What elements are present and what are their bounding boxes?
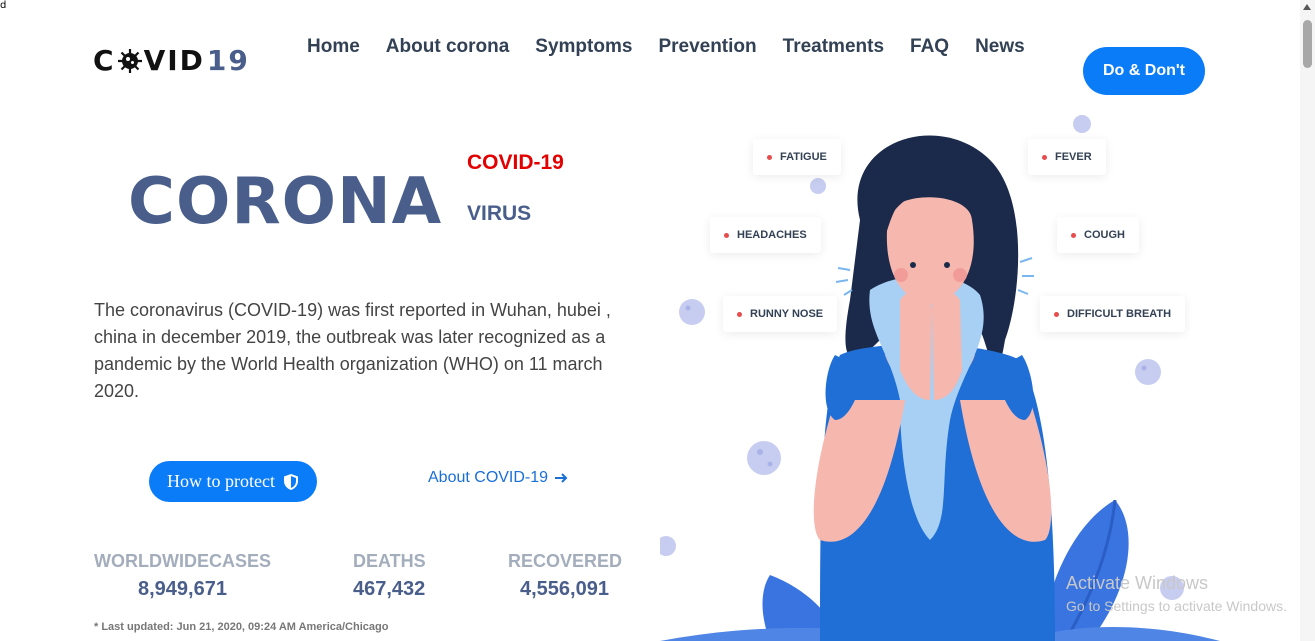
symptom-tag-fever: FEVER [1028,139,1106,175]
nav-home[interactable]: Home [307,36,360,58]
symptom-tag-cough: COUGH [1057,217,1139,253]
symptom-tag-headaches: HEADACHES [710,217,821,253]
how-to-protect-label: How to protect [167,471,275,491]
stat-label-recovered: RECOVERED [508,551,623,571]
stat-label-deaths: DEATHS [353,551,426,571]
site-logo[interactable]: C VID 19 [93,44,250,77]
about-covid-label: About COVID-19 [428,469,549,486]
nav-symptoms[interactable]: Symptoms [535,36,632,58]
symptom-tag-runny-nose: RUNNY NOSE [723,296,838,332]
hero-illustration: FATIGUE FEVER HEADACHES COUGH RUNNY NOSE… [660,100,1300,641]
how-to-protect-button[interactable]: How to protect [149,461,317,502]
shield-icon [283,473,298,490]
nav-news[interactable]: News [975,36,1025,58]
hero-title: CORONA [128,165,443,239]
nav-faq[interactable]: FAQ [910,36,949,58]
page-scrollbar[interactable] [1300,0,1315,641]
symptom-tag-difficult-breath: DIFFICULT BREATH [1040,296,1186,332]
logo-number: 19 [206,44,250,77]
hero-covid-tag: COVID-19 [467,151,564,174]
stat-value-recovered: 4,556,091 [520,578,609,600]
about-covid-link[interactable]: About COVID-19 [428,469,568,487]
scroll-up-arrow-icon[interactable] [1303,4,1311,10]
windows-activation-subtitle: Go to Settings to activate Windows. [1066,598,1287,614]
corner-mark: d [0,0,7,11]
nav-treatments[interactable]: Treatments [783,36,884,58]
hero-description: The coronavirus (COVID-19) was first rep… [94,300,611,401]
stat-value-deaths: 467,432 [353,578,426,600]
last-updated-note: * Last updated: Jun 21, 2020, 09:24 AM A… [94,621,389,633]
main-nav: Home About corona Symptoms Prevention Tr… [307,36,1051,58]
scroll-thumb[interactable] [1303,20,1312,68]
sick-woman-illustration [660,115,1220,641]
nav-prevention[interactable]: Prevention [658,36,756,58]
stat-value-cases: 8,949,671 [138,578,227,600]
hero-virus-tag: VIRUS [467,202,532,225]
logo-text: VID [143,44,205,77]
symptom-tag-fatigue: FATIGUE [753,139,841,175]
stat-label-cases: WORLDWIDECASES [94,551,271,571]
do-and-dont-button[interactable]: Do & Don't [1083,47,1205,95]
logo-c: C [93,44,116,77]
nav-about-corona[interactable]: About corona [386,36,510,58]
virus-logo-icon [117,48,142,73]
arrow-right-icon [555,473,568,483]
windows-activation-title: Activate Windows [1066,573,1209,593]
